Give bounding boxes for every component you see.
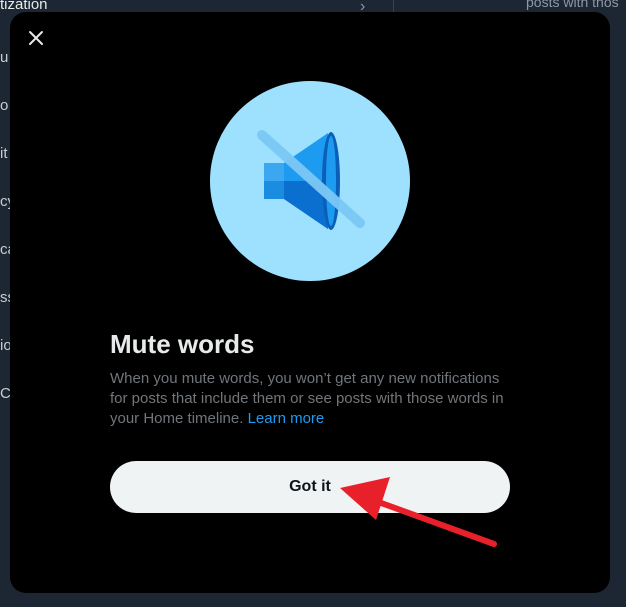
muted-speaker-icon [210, 81, 410, 281]
bg-divider [393, 0, 394, 12]
bg-menu-item: o [0, 97, 9, 114]
got-it-button[interactable]: Got it [110, 461, 510, 513]
bg-menu-item: u [0, 49, 9, 66]
dialog-title: Mute words [110, 329, 255, 359]
close-button[interactable] [22, 24, 50, 52]
mute-words-dialog: Mute words When you mute words, you won’… [10, 12, 610, 593]
dialog-description: When you mute words, you won’t get any n… [110, 369, 520, 429]
close-icon [29, 31, 43, 45]
bg-description-text: posts with thos [526, 0, 619, 10]
learn-more-link[interactable]: Learn more [248, 410, 325, 427]
bg-menu-item: it [0, 145, 8, 162]
